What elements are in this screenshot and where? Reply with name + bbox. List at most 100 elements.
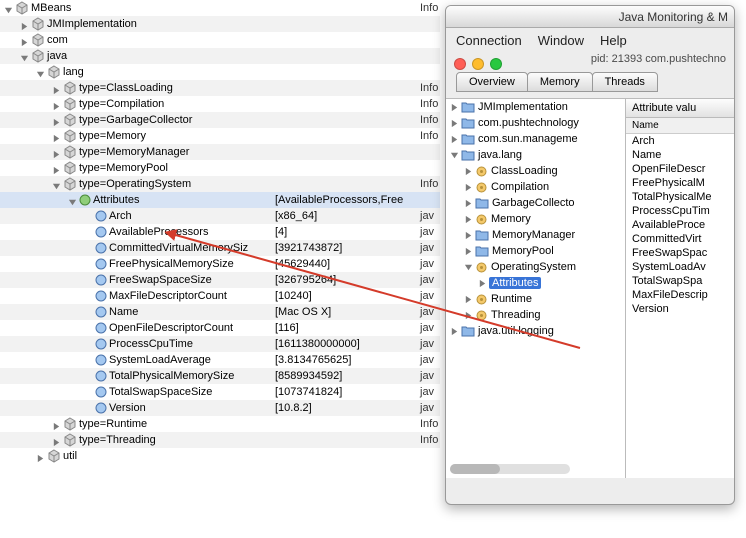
tree-row[interactable]: com.pushtechnology [446,115,625,131]
disclosure-icon[interactable] [52,164,61,173]
node-util[interactable]: util [63,448,77,464]
attr-row[interactable]: Arch [626,134,734,148]
disclosure-icon[interactable] [464,311,473,320]
disclosure-icon[interactable] [464,183,473,192]
tree-row[interactable]: Arch[x86_64]jav [0,208,440,224]
node-mempool[interactable]: type=MemoryPool [79,160,168,176]
attr-arch[interactable]: Arch [109,208,132,224]
disclosure-icon[interactable] [20,52,29,61]
attr-systemloadaverage[interactable]: SystemLoadAverage [109,352,211,368]
disclosure-icon[interactable] [464,247,473,256]
disclosure-icon[interactable] [464,263,473,272]
tree-row[interactable]: GarbageCollecto [446,195,625,211]
tab-memory[interactable]: Memory [527,72,593,92]
attr-row[interactable]: TotalSwapSpa [626,274,734,288]
attr-row[interactable]: ProcessCpuTim [626,204,734,218]
rt-os[interactable]: OperatingSystem [491,261,576,273]
attr-row[interactable]: AvailableProce [626,218,734,232]
attr-availableprocessors[interactable]: AvailableProcessors [109,224,208,240]
tree-row[interactable]: Version[10.8.2]jav [0,400,440,416]
attr-row[interactable]: MaxFileDescrip [626,288,734,302]
tree-row[interactable]: SystemLoadAverage[3.8134765625]jav [0,352,440,368]
tree-row[interactable]: Compilation [446,179,625,195]
tree-row[interactable]: Threading [446,307,625,323]
tree-row[interactable]: type=RuntimeInfo [0,416,440,432]
tree-row[interactable]: TotalPhysicalMemorySize[8589934592]jav [0,368,440,384]
node-memmgr[interactable]: type=MemoryManager [79,144,189,160]
tree-row[interactable]: FreePhysicalMemorySize[45629440]jav [0,256,440,272]
disclosure-icon[interactable] [52,100,61,109]
tree-row[interactable]: Attributes[AvailableProcessors,Free [0,192,440,208]
tree-row[interactable]: java [0,48,440,64]
node-jmimpl[interactable]: JMImplementation [47,16,137,32]
disclosure-icon[interactable] [52,436,61,445]
tab-overview[interactable]: Overview [456,72,528,92]
tree-row[interactable]: OpenFileDescriptorCount[116]jav [0,320,440,336]
rt-javalog[interactable]: java.util.logging [478,325,554,337]
tree-row[interactable]: ProcessCpuTime[1611380000000]jav [0,336,440,352]
disclosure-icon[interactable] [4,4,13,13]
attr-processcputime[interactable]: ProcessCpuTime [109,336,193,352]
tree-row[interactable]: Runtime [446,291,625,307]
tree-row[interactable]: TotalSwapSpaceSize[1073741824]jav [0,384,440,400]
node-memory[interactable]: type=Memory [79,128,146,144]
tree-row[interactable]: type=OperatingSystemInfo [0,176,440,192]
disclosure-icon[interactable] [464,231,473,240]
rt-sunmgmt[interactable]: com.sun.manageme [478,133,578,145]
attr-maxfiledescriptorcount[interactable]: MaxFileDescriptorCount [109,288,227,304]
minimize-dot[interactable] [472,58,484,70]
rt-gc[interactable]: GarbageCollecto [492,197,575,209]
rt-jmimpl[interactable]: JMImplementation [478,101,568,113]
rt-memmgr[interactable]: MemoryManager [492,229,575,241]
attr-openfiledescriptorcount[interactable]: OpenFileDescriptorCount [109,320,233,336]
horizontal-scrollbar[interactable] [450,464,570,474]
disclosure-icon[interactable] [52,148,61,157]
disclosure-icon[interactable] [20,36,29,45]
zoom-dot[interactable] [490,58,502,70]
disclosure-icon[interactable] [36,68,45,77]
tree-row[interactable]: MaxFileDescriptorCount[10240]jav [0,288,440,304]
disclosure-icon[interactable] [450,103,459,112]
rt-pushtech[interactable]: com.pushtechnology [478,117,579,129]
tree-row[interactable]: type=CompilationInfo [0,96,440,112]
rt-mempool[interactable]: MemoryPool [492,245,554,257]
attr-row[interactable]: TotalPhysicalMe [626,190,734,204]
disclosure-icon[interactable] [52,116,61,125]
tree-row[interactable]: type=MemoryManager [0,144,440,160]
menu-help[interactable]: Help [600,33,627,48]
disclosure-icon[interactable] [68,196,77,205]
node-threading[interactable]: type=Threading [79,432,156,448]
right-tree[interactable]: JMImplementation com.pushtechnology com.su… [446,99,626,478]
rt-threading[interactable]: Threading [491,309,541,321]
tree-row[interactable]: lang [0,64,440,80]
attr-freeswapspacesize[interactable]: FreeSwapSpaceSize [109,272,212,288]
attr-panel-subheader[interactable]: Name [626,118,734,134]
tree-row[interactable]: AvailableProcessors[4]jav [0,224,440,240]
rt-runtime[interactable]: Runtime [491,293,532,305]
tree-row[interactable]: JMImplementation [446,99,625,115]
attr-version[interactable]: Version [109,400,146,416]
tree-row[interactable]: FreeSwapSpaceSize[326795264]jav [0,272,440,288]
tree-row[interactable]: java.lang [446,147,625,163]
disclosure-icon[interactable] [464,215,473,224]
disclosure-icon[interactable] [450,119,459,128]
disclosure-icon[interactable] [450,135,459,144]
attr-totalphysicalmemorysize[interactable]: TotalPhysicalMemorySize [109,368,234,384]
tree-root-label[interactable]: MBeans [31,0,71,16]
tree-row[interactable]: OperatingSystem [446,259,625,275]
disclosure-icon[interactable] [464,199,473,208]
attr-row[interactable]: SystemLoadAv [626,260,734,274]
attr-row[interactable]: OpenFileDescr [626,162,734,176]
rt-javalang[interactable]: java.lang [478,149,522,161]
tree-row[interactable]: type=GarbageCollectorInfo [0,112,440,128]
tree-row[interactable]: type=MemoryPool [0,160,440,176]
tree-row[interactable]: Name[Mac OS X]jav [0,304,440,320]
node-gc[interactable]: type=GarbageCollector [79,112,192,128]
disclosure-icon[interactable] [478,279,487,288]
attr-row[interactable]: FreeSwapSpac [626,246,734,260]
disclosure-icon[interactable] [52,132,61,141]
attr-row[interactable]: Name [626,148,734,162]
disclosure-icon[interactable] [52,180,61,189]
tree-row[interactable]: com [0,32,440,48]
tree-row[interactable]: CommittedVirtualMemorySiz[3921743872]jav [0,240,440,256]
